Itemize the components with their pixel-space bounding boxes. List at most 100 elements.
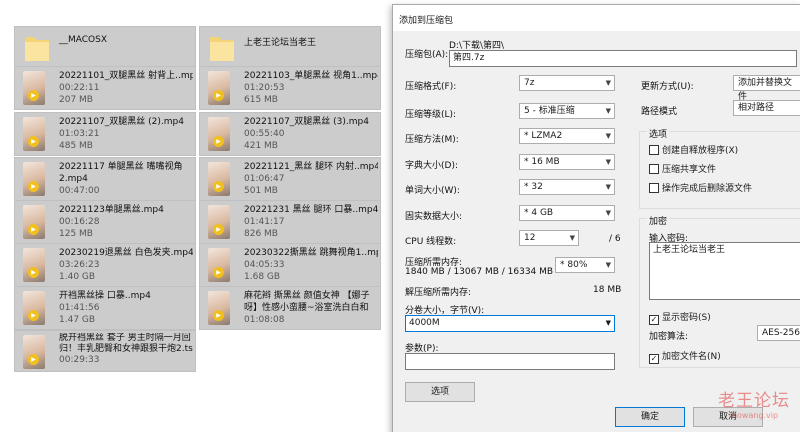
file-size: 207 MB [59, 95, 93, 105]
delete-source-checkbox[interactable]: 操作完成后删除源文件 [649, 181, 752, 194]
folder-icon [25, 37, 49, 61]
file-name: 脱开裆黑丝 套子 男主时隔一月回归！丰乳肥臀和女神跟狠干炮2.ts [59, 333, 193, 354]
dialog-title: 添加到压缩包 [399, 16, 454, 26]
file-item[interactable]: ▶ 20221107_双腿黑丝 (2).mp4 01:03:21 485 MB [14, 112, 196, 156]
method-value: * LZMA2 [524, 131, 563, 141]
file-item[interactable]: ▶ 20221103_单腿黑丝 视角1..mp4 01:20:53 615 MB [199, 66, 381, 110]
archive-label: 压缩包(A): [405, 50, 449, 60]
file-duration: 01:08:08 [244, 315, 285, 325]
split-input[interactable]: 4000M ▼ [405, 315, 615, 332]
file-name: 20230219退黑丝 白色发夹.mp4 [59, 248, 193, 258]
chevron-down-icon: ▼ [605, 132, 611, 140]
file-name: 20221231 黑丝 腿环 口暴..mp4 [244, 205, 378, 215]
password-input[interactable]: 上老王论坛当老王 [649, 242, 800, 300]
file-size: 615 MB [244, 95, 278, 105]
file-explorer: __MACOSX 上老王论坛当老王 ▶ 20221101_双腿黑丝 射背上..m… [0, 0, 400, 432]
file-item[interactable]: ▶ 20221107_双腿黑丝 (3).mp4 00:55:40 421 MB [199, 112, 381, 156]
play-icon: ▶ [28, 310, 39, 321]
word-select[interactable]: * 32 ▼ [519, 179, 615, 195]
params-input[interactable] [405, 353, 615, 370]
file-name: 20221103_单腿黑丝 视角1..mp4 [244, 71, 378, 81]
file-item[interactable]: ▶ 20230219退黑丝 白色发夹.mp4 03:26:23 1.40 GB [14, 243, 196, 287]
file-duration: 01:41:56 [59, 303, 100, 313]
show-password-checkbox[interactable]: ✓ 显示密码(S) [649, 310, 711, 325]
encrypt-names-label: 加密文件名(N) [662, 352, 721, 362]
threads-label: CPU 线程数: [405, 237, 457, 247]
encrypt-names-checkbox[interactable]: ✓ 加密文件名(N) [649, 349, 721, 364]
archive-name-input[interactable]: 第四.7z [449, 50, 797, 67]
check-icon: ✓ [649, 354, 659, 364]
file-item[interactable]: ▶ 开裆黑丝操 口暴..mp4 01:41:56 1.47 GB [14, 286, 196, 330]
enc-method-value: AES-256 [762, 328, 800, 338]
file-name: 20230322撕黑丝 跳舞视角1..mp4 [244, 248, 378, 258]
folder-name: 上老王论坛当老王 [244, 38, 317, 48]
file-item[interactable]: ▶ 麻花辫 撕黑丝 颜值女神 【娜子呀】性感小蛮腰~浴室洗白白和炮... 01:0… [199, 286, 381, 330]
format-label: 压缩格式(F): [405, 82, 457, 92]
checkbox-icon [649, 145, 659, 155]
options-group-title: 选项 [647, 127, 670, 140]
method-select[interactable]: * LZMA2 ▼ [519, 128, 615, 144]
shared-checkbox[interactable]: 压缩共享文件 [649, 162, 716, 175]
file-duration: 01:03:21 [59, 129, 100, 139]
archive-name-value: 第四.7z [453, 53, 485, 63]
file-item[interactable]: ▶ 脱开裆黑丝 套子 男主时隔一月回归！丰乳肥臀和女神跟狠干炮2.ts 00:29… [14, 330, 196, 372]
file-name: 20221121_黑丝 腿环 内射..mp4 [244, 162, 378, 172]
file-item[interactable]: ▶ 20221101_双腿黑丝 射背上..mp4 00:22:11 207 MB [14, 66, 196, 110]
file-item[interactable]: ▶ 20230322撕黑丝 跳舞视角1..mp4 04:05:33 1.68 GB [199, 243, 381, 287]
enc-method-label: 加密算法: [649, 332, 689, 342]
chevron-down-icon: ▼ [605, 319, 611, 327]
format-value: 7z [524, 78, 535, 88]
chevron-down-icon: ▼ [569, 234, 575, 242]
mem-value: 1840 MB / 13067 MB / 16334 MB [405, 267, 554, 277]
level-value: 5 - 标准压缩 [524, 106, 575, 116]
play-icon: ▶ [28, 224, 39, 235]
file-duration: 01:06:47 [244, 174, 285, 184]
file-size: 1.47 GB [59, 315, 96, 325]
delete-source-label: 操作完成后删除源文件 [662, 184, 753, 194]
path-select[interactable]: 相对路径 [733, 100, 800, 116]
file-duration: 00:16:28 [59, 217, 100, 227]
threads-select[interactable]: 12 ▼ [519, 230, 579, 246]
mem-percent-select[interactable]: * 80% ▼ [555, 257, 615, 273]
chevron-down-icon: ▼ [605, 261, 611, 269]
file-duration: 00:55:40 [244, 129, 285, 139]
folder-item[interactable]: __MACOSX [14, 26, 196, 70]
update-select[interactable]: 添加并替换文件 [733, 75, 800, 102]
file-name: 开裆黑丝操 口暴..mp4 [59, 291, 151, 301]
file-item[interactable]: ▶ 20221121_黑丝 腿环 内射..mp4 01:06:47 501 MB [199, 157, 381, 201]
options-button[interactable]: 选项 [405, 382, 475, 402]
file-item[interactable]: ▶ 20221123单腿黑丝.mp4 00:16:28 125 MB [14, 200, 196, 244]
update-value: 添加并替换文件 [738, 78, 793, 102]
encrypt-group-title: 加密 [647, 214, 670, 227]
play-icon: ▶ [213, 224, 224, 235]
folder-icon [210, 37, 234, 61]
level-select[interactable]: 5 - 标准压缩 ▼ [519, 103, 615, 119]
chevron-down-icon: ▼ [605, 79, 611, 87]
enc-method-select[interactable]: AES-256 [757, 325, 800, 341]
chevron-down-icon: ▼ [605, 158, 611, 166]
format-select[interactable]: 7z ▼ [519, 75, 615, 91]
password-value: 上老王论坛当老王 [653, 245, 726, 255]
play-icon: ▶ [28, 90, 39, 101]
play-icon: ▶ [213, 136, 224, 147]
file-size: 485 MB [59, 141, 93, 151]
ok-button[interactable]: 确定 [615, 407, 685, 427]
file-item[interactable]: ▶ 20221117 单腿黑丝 嘴嘴视角2.mp4 00:47:00 [14, 157, 196, 201]
file-item[interactable]: ▶ 20221231 黑丝 腿环 口暴..mp4 01:41:17 826 MB [199, 200, 381, 244]
file-name: 20221107_双腿黑丝 (3).mp4 [244, 117, 369, 127]
word-value: * 32 [524, 182, 543, 192]
sfx-label: 创建自释放程序(X) [662, 146, 739, 156]
file-duration: 04:05:33 [244, 260, 285, 270]
watermark-text: 老王论坛 [718, 391, 790, 411]
sfx-checkbox[interactable]: 创建自释放程序(X) [649, 143, 738, 156]
folder-item[interactable]: 上老王论坛当老王 [199, 26, 381, 70]
dict-select[interactable]: * 16 MB ▼ [519, 154, 615, 170]
file-name: 20221123单腿黑丝.mp4 [59, 205, 164, 215]
file-duration: 01:20:53 [244, 83, 285, 93]
file-name: 20221117 单腿黑丝 嘴嘴视角2.mp4 [59, 162, 183, 184]
threads-value: 12 [524, 233, 536, 243]
file-duration: 00:47:00 [59, 186, 100, 196]
decomp-label: 解压缩所需内存: [405, 288, 472, 298]
shared-label: 压缩共享文件 [662, 165, 717, 175]
solid-select[interactable]: * 4 GB ▼ [519, 205, 615, 221]
